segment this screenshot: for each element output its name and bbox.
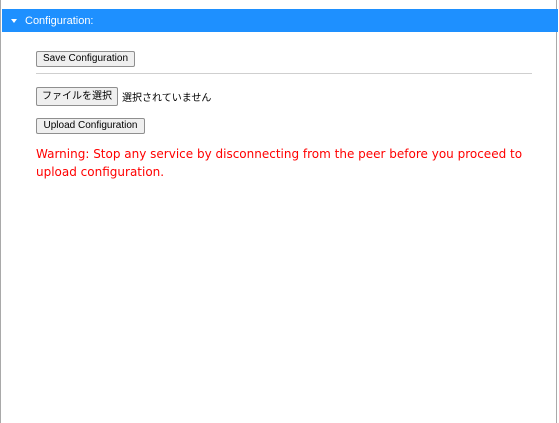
panel-title: Configuration: (25, 14, 94, 27)
caret-down-icon (11, 19, 17, 23)
divider (36, 73, 532, 74)
upload-configuration-button[interactable]: Upload Configuration (36, 118, 145, 134)
configuration-panel-header[interactable]: Configuration: (2, 9, 558, 32)
content-frame: Configuration: Save Configuration ファイルを選… (0, 0, 558, 423)
upload-warning-text: Warning: Stop any service by disconnecti… (36, 147, 523, 179)
file-selection-status: 選択されていません (122, 93, 212, 104)
choose-file-button[interactable]: ファイルを選択 (36, 87, 118, 106)
save-configuration-button[interactable]: Save Configuration (36, 51, 135, 67)
